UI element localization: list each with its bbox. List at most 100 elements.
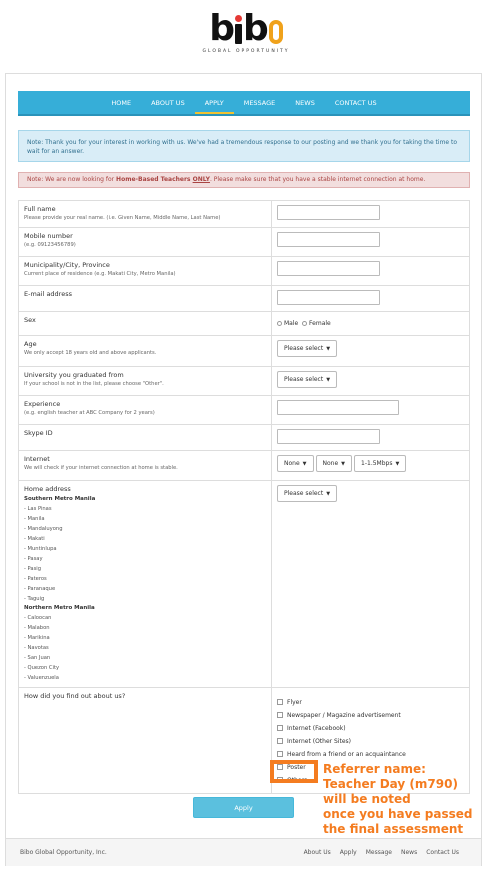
row-email: E-mail address: [18, 285, 470, 312]
full-name-label: Full name: [24, 205, 56, 213]
home-address-select[interactable]: Please select ▼: [277, 485, 338, 502]
university-select[interactable]: Please select ▼: [277, 371, 338, 388]
checkbox[interactable]: [277, 738, 283, 744]
row-full-name: Full name Please provide your real name. …: [18, 200, 470, 228]
checkbox[interactable]: [277, 699, 283, 705]
row-sex: Sex Male Female: [18, 311, 470, 336]
footer-links: About Us Apply Message News Contact Us: [295, 849, 459, 856]
application-form: Full name Please provide your real name. …: [18, 200, 470, 794]
internet-speed-select[interactable]: 1-1.5Mbps ▼: [354, 455, 407, 472]
row-university: University you graduated from If your sch…: [18, 366, 470, 396]
main-nav: HOME ABOUT US APPLY MESSAGE NEWS CONTACT…: [18, 91, 470, 116]
city-item: - San Juan: [24, 655, 51, 661]
source-option[interactable]: Newspaper / Magazine advertisement: [277, 711, 464, 719]
caret-down-icon: ▼: [326, 490, 331, 497]
city-item: - Pasig: [24, 566, 42, 572]
nav-home[interactable]: HOME: [101, 91, 141, 114]
row-skype: Skype ID: [18, 424, 470, 451]
caret-down-icon: ▼: [326, 345, 331, 352]
checkbox[interactable]: [277, 751, 283, 757]
email-input[interactable]: [277, 290, 380, 305]
experience-label: Experience: [24, 400, 61, 408]
email-label: E-mail address: [24, 290, 72, 298]
mobile-hint: (e.g. 09123456789): [24, 242, 76, 248]
age-hint: We only accept 18 years old and above ap…: [24, 350, 157, 356]
source-option[interactable]: Internet (Other Sites): [277, 737, 464, 745]
checkbox[interactable]: [277, 725, 283, 731]
internet-select-1[interactable]: None ▼: [277, 455, 314, 472]
footer-link-contact-us[interactable]: Contact Us: [426, 849, 459, 856]
city-item: - Navotas: [24, 645, 49, 651]
age-select[interactable]: Please select ▼: [277, 340, 338, 357]
south-region-heading: Southern Metro Manila: [24, 496, 96, 502]
city-item: - Quezon City: [24, 665, 60, 671]
logo-tagline: GLOBAL OPPORTUNITY: [202, 49, 290, 54]
city-item: - Pateros: [24, 576, 47, 582]
full-name-input[interactable]: [277, 205, 380, 220]
nav-message[interactable]: MESSAGE: [234, 91, 286, 114]
female-radio[interactable]: [302, 321, 308, 326]
city-item: - Taguig: [24, 596, 45, 602]
nav-news[interactable]: NEWS: [285, 91, 325, 114]
male-radio[interactable]: [277, 321, 282, 326]
male-label: Male: [284, 320, 299, 327]
city-item: - Caloocan: [24, 615, 52, 621]
internet-hint: We will check if your internet connectio…: [24, 465, 178, 471]
municipality-input[interactable]: [277, 261, 380, 276]
logo-o-mark: [268, 20, 283, 44]
row-municipality: Municipality/City, Province Current place…: [18, 256, 470, 286]
mobile-input[interactable]: [277, 232, 380, 247]
row-home-address: Home address Southern Metro Manila - Las…: [18, 480, 470, 688]
footer-link-message[interactable]: Message: [366, 849, 392, 856]
experience-input[interactable]: [277, 400, 399, 415]
row-internet: Internet We will check if your internet c…: [18, 450, 470, 481]
nav-about-us[interactable]: ABOUT US: [141, 91, 195, 114]
caret-down-icon: ▼: [302, 460, 307, 467]
row-mobile: Mobile number (e.g. 09123456789): [18, 227, 470, 257]
sex-label: Sex: [24, 316, 36, 324]
footer-link-apply[interactable]: Apply: [340, 849, 357, 856]
warning-note: Note: We are now looking for Home-Based …: [18, 172, 470, 188]
site-logo[interactable]: bb GLOBAL OPPORTUNITY: [0, 11, 492, 55]
city-item: - Las Pinas: [24, 506, 52, 512]
row-experience: Experience (e.g. english teacher at ABC C…: [18, 395, 470, 425]
university-label: University you graduated from: [24, 371, 124, 379]
footer-link-about-us[interactable]: About Us: [304, 849, 331, 856]
university-hint: If your school is not in the list, pleas…: [24, 381, 164, 387]
internet-select-2[interactable]: None ▼: [315, 455, 353, 472]
caret-down-icon: ▼: [395, 460, 400, 467]
source-option[interactable]: Flyer: [277, 698, 464, 706]
city-item: - Pasay: [24, 556, 43, 562]
age-label: Age: [24, 340, 37, 348]
skype-input[interactable]: [277, 429, 380, 444]
others-highlight-box: [270, 760, 318, 783]
city-item: - Valuenzuela: [24, 675, 59, 681]
source-option[interactable]: Heard from a friend or an acquaintance: [277, 750, 464, 758]
city-item: - Manila: [24, 516, 45, 522]
city-item: - Paranaque: [24, 586, 56, 592]
footer-link-news[interactable]: News: [401, 849, 417, 856]
mobile-label: Mobile number: [24, 232, 73, 240]
nav-contact-us[interactable]: CONTACT US: [325, 91, 387, 114]
source-option[interactable]: Internet (Facebook): [277, 724, 464, 732]
checkbox[interactable]: [277, 712, 283, 718]
municipality-hint: Current place of residence (e.g. Makati …: [24, 271, 176, 277]
footer-copyright: Bibo Global Opportunity, Inc.: [20, 849, 107, 856]
internet-label: Internet: [24, 455, 50, 463]
city-item: - Marikina: [24, 635, 50, 641]
experience-hint: (e.g. english teacher at ABC Company for…: [24, 410, 155, 416]
row-age: Age We only accept 18 years old and above…: [18, 335, 470, 367]
referrer-annotation: Referrer name: Teacher Day (m790) will b…: [323, 762, 473, 836]
city-item: - Mandaluyong: [24, 526, 63, 532]
footer: Bibo Global Opportunity, Inc. About Us A…: [6, 838, 481, 866]
full-name-hint: Please provide your real name. (i.e. Giv…: [24, 215, 221, 221]
city-item: - Malabon: [24, 625, 50, 631]
application-card: HOME ABOUT US APPLY MESSAGE NEWS CONTACT…: [5, 73, 482, 866]
info-note: Note: Thank you for your interest in wor…: [18, 130, 470, 162]
nav-apply[interactable]: APPLY: [194, 91, 234, 114]
source-label: How did you find out about us?: [24, 692, 126, 700]
caret-down-icon: ▼: [341, 460, 346, 467]
north-region-heading: Northern Metro Manila: [24, 605, 95, 611]
apply-button[interactable]: Apply: [193, 797, 294, 818]
municipality-label: Municipality/City, Province: [24, 261, 110, 269]
